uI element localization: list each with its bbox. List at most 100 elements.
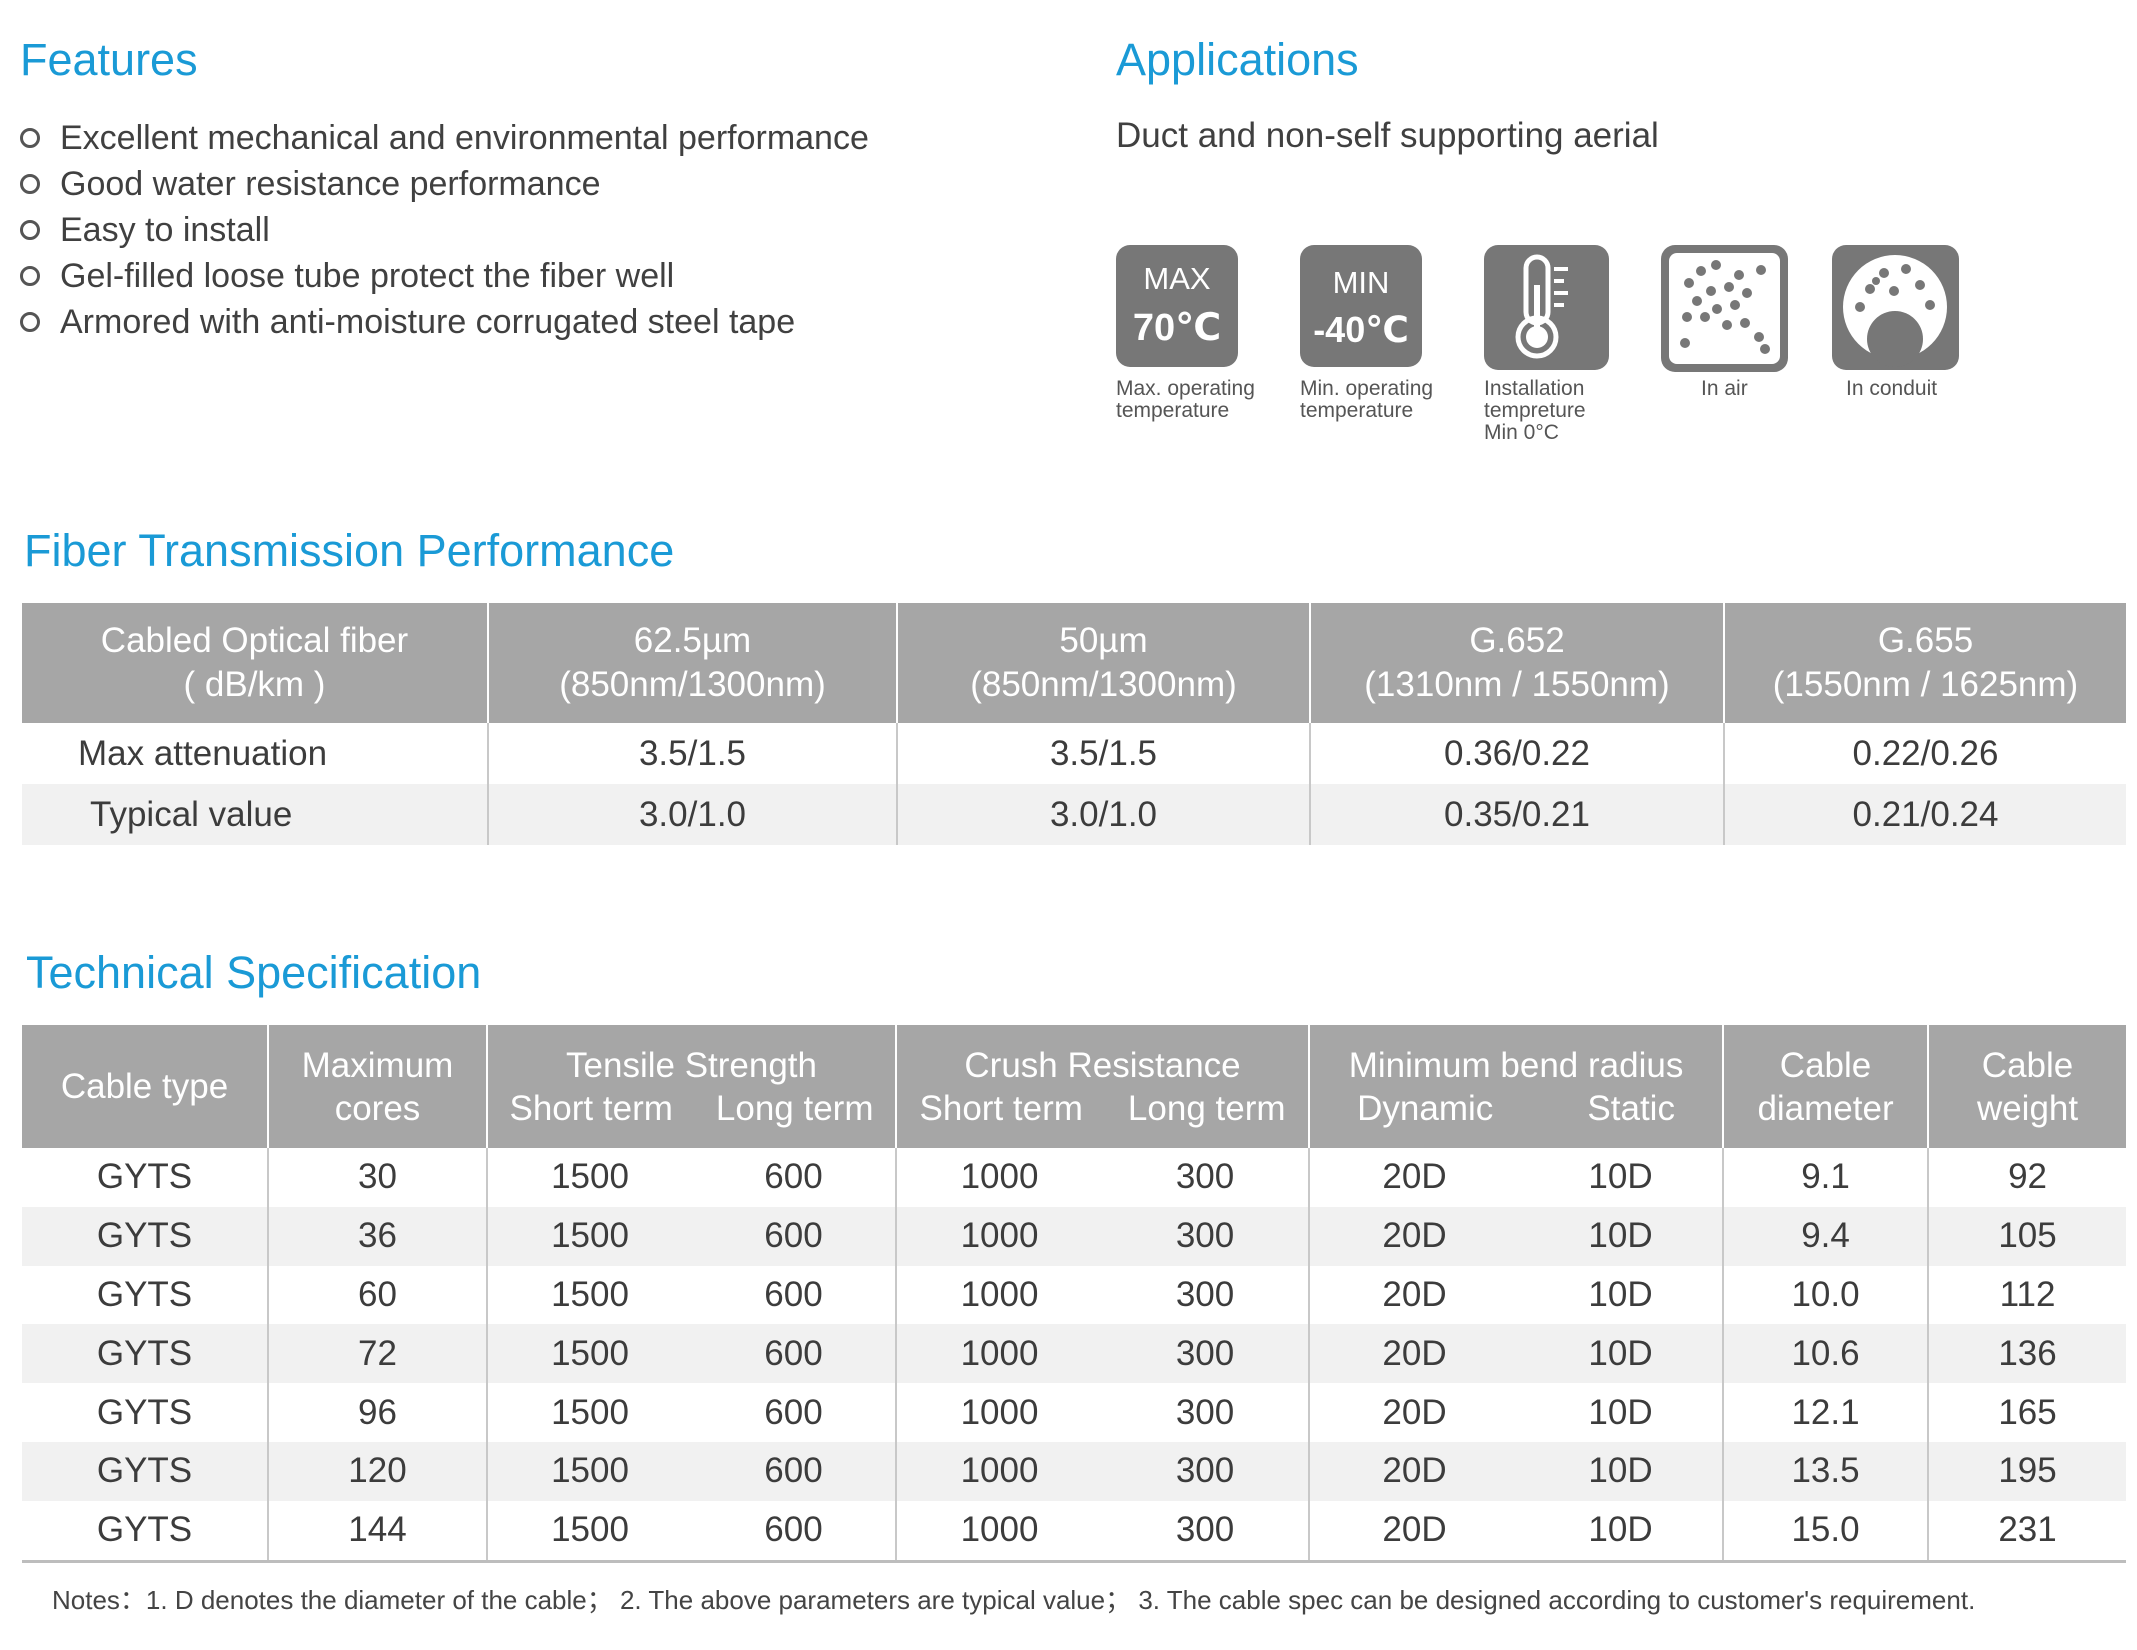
- header-line: Crush Resistance: [964, 1045, 1241, 1085]
- table-cell: Typical value: [22, 784, 489, 845]
- table-cell: 144: [268, 1500, 488, 1563]
- header-cable-type: Cable type: [22, 1025, 269, 1148]
- table-cell: 1500: [551, 1157, 629, 1197]
- tech-spec-table: Cable type Maximum cores Tensile Strength…: [22, 1025, 2127, 1563]
- table-header-row: Cable type Maximum cores Tensile Strength…: [22, 1025, 2127, 1148]
- thermometer-icon: [1484, 245, 1609, 370]
- features-title: Features: [20, 34, 198, 85]
- feature-item: Good water resistance performance: [20, 161, 869, 207]
- notes: Notes：1. D denotes the diameter of the c…: [52, 1585, 1976, 1615]
- tech-spec-body: GYTS 30 1500 600 1000 300 20D 10D 9.1 92 GYTS 36 15…: [22, 1148, 2127, 1563]
- header-g655: G.655 (1550nm / 1625nm): [1724, 603, 2126, 723]
- table-row: GYTS 96 1500 600 1000 300 20D 10D 12.1 165: [22, 1383, 2126, 1442]
- table-cell: 600: [692, 1383, 898, 1442]
- feature-item: Armored with anti-moisture corrugated st…: [20, 299, 869, 345]
- table-cell: 3.0/1.0: [897, 784, 1311, 845]
- table-cell: 1500: [551, 1274, 629, 1314]
- header-line: (850nm/1300nm): [970, 665, 1237, 704]
- header-line: Cabled Optical fiber: [100, 621, 409, 660]
- table-cell: 300: [1102, 1324, 1311, 1384]
- feature-item: Excellent mechanical and environmental p…: [20, 115, 869, 161]
- table-cell: 112: [1999, 1274, 2056, 1314]
- table-row: GYTS 30 1500 600 1000 300 20D 10D 9.1 92: [22, 1148, 2126, 1207]
- install-caption: Installation tempreture Min 0°C: [1484, 378, 1586, 444]
- header-50um: 50µm (850nm/1300nm): [897, 603, 1311, 723]
- in-conduit-caption: In conduit: [1846, 377, 1938, 400]
- fiber-performance-table: Cabled Optical fiber ( dB/km ) 62.5µm (850…: [22, 603, 2126, 845]
- table-cell: 3.0/1.0: [488, 784, 898, 845]
- min-label: MIN: [1332, 265, 1390, 300]
- table-cell: 12.1: [1723, 1383, 1930, 1442]
- circle-bullet-icon: [20, 266, 40, 286]
- header-long-term: Long term: [1127, 1088, 1286, 1128]
- table-cell: 600: [692, 1206, 898, 1266]
- table-cell: 0.35/0.21: [1310, 784, 1725, 845]
- circle-bullet-icon: [20, 220, 40, 240]
- caption-line: Min. operating: [1300, 377, 1434, 400]
- circle-bullet-icon: [20, 128, 40, 148]
- table-cell: 300: [1102, 1500, 1311, 1563]
- table-cell: 1500: [551, 1392, 629, 1432]
- table-cell: 231: [1928, 1500, 2127, 1563]
- header-line: Minimum bend radius: [1348, 1045, 1684, 1085]
- caption-line: Min 0°C: [1484, 421, 1559, 444]
- table-cell: 20D: [1382, 1392, 1447, 1432]
- table-cell: Max attenuation: [22, 723, 489, 784]
- table-cell: GYTS: [22, 1324, 269, 1384]
- header-long-term: Long term: [715, 1088, 874, 1128]
- table-row: GYTS 36 1500 600 1000 300 20D 10D 9.4 105: [22, 1206, 2127, 1266]
- table-cell: 36: [268, 1206, 488, 1266]
- in-conduit-icon: [1832, 245, 1959, 370]
- table-row: GYTS 72 1500 600 1000 300 20D 10D 10.6 136: [22, 1324, 2127, 1384]
- circle-bullet-icon: [20, 174, 40, 194]
- table-cell: 20D: [1309, 1500, 1520, 1563]
- header-line: Tensile Strength: [566, 1045, 817, 1085]
- table-cell: 10D: [1519, 1148, 1725, 1207]
- feature-text: Gel-filled loose tube protect the fiber …: [60, 256, 675, 295]
- table-cell: 120: [268, 1441, 488, 1501]
- table-cell: 300: [1102, 1383, 1311, 1442]
- in-air-icon: [1661, 245, 1788, 372]
- header-subline: Dynamic Static: [1310, 1087, 1722, 1130]
- table-row: GYTS 60 1500 600 1000 300 20D 10D 10.0 112: [22, 1265, 2126, 1325]
- table-cell: 30: [268, 1148, 488, 1207]
- table-cell: 15.0: [1723, 1500, 1930, 1563]
- table-cell: 10D: [1519, 1441, 1725, 1501]
- table-cell: 1500: [487, 1206, 692, 1266]
- header-line: G.655: [1877, 621, 1974, 660]
- table-cell: 10D: [1519, 1500, 1725, 1563]
- header-line: ( dB/km ): [183, 665, 326, 704]
- header-line: G.652: [1469, 621, 1565, 660]
- table-cell: 10D: [1519, 1383, 1725, 1442]
- min-value: -40℃: [1313, 309, 1409, 350]
- applications-title: Applications: [1116, 34, 1359, 85]
- table-cell: GYTS: [22, 1441, 269, 1501]
- table-cell: GYTS: [22, 1500, 269, 1563]
- table-cell: GYTS: [22, 1206, 269, 1266]
- table-header-row: Cabled Optical fiber ( dB/km ) 62.5µm (850…: [22, 603, 2126, 723]
- table-cell: 1000: [960, 1392, 1039, 1432]
- header-line: cores: [334, 1088, 421, 1128]
- max-caption: Max. operating temperature: [1116, 378, 1255, 422]
- header-dynamic: Dynamic: [1357, 1088, 1494, 1128]
- table-cell: 0.22/0.26: [1852, 733, 1999, 773]
- header-line: (850nm/1300nm): [559, 665, 826, 704]
- table-cell: 0.36/0.22: [1310, 723, 1725, 784]
- table-cell: 105: [1928, 1206, 2127, 1266]
- table-cell: 96: [268, 1383, 488, 1442]
- table-cell: 300: [1102, 1206, 1311, 1266]
- max-value: 70℃: [1132, 307, 1222, 349]
- header-cabled-fiber: Cabled Optical fiber ( dB/km ): [22, 603, 489, 723]
- table-cell: 3.5/1.5: [897, 723, 1311, 784]
- max-label: MAX: [1143, 261, 1211, 296]
- table-cell: 10.6: [1723, 1324, 1930, 1384]
- feature-text: Good water resistance performance: [60, 164, 601, 203]
- header-subline: Short term Long term: [897, 1087, 1308, 1130]
- caption-line: temperature: [1300, 399, 1414, 422]
- table-cell: 72: [268, 1324, 488, 1384]
- table-cell: GYTS: [22, 1148, 269, 1207]
- max-temperature-icon: MAX 70℃: [1116, 245, 1238, 367]
- table-row: Max attenuation 3.5/1.5 3.5/1.5 0.36/0.2…: [22, 723, 2126, 784]
- header-bend-radius: Minimum bend radius Dynamic Static: [1309, 1025, 1725, 1148]
- fiber-performance-title: Fiber Transmission Performance: [24, 525, 675, 576]
